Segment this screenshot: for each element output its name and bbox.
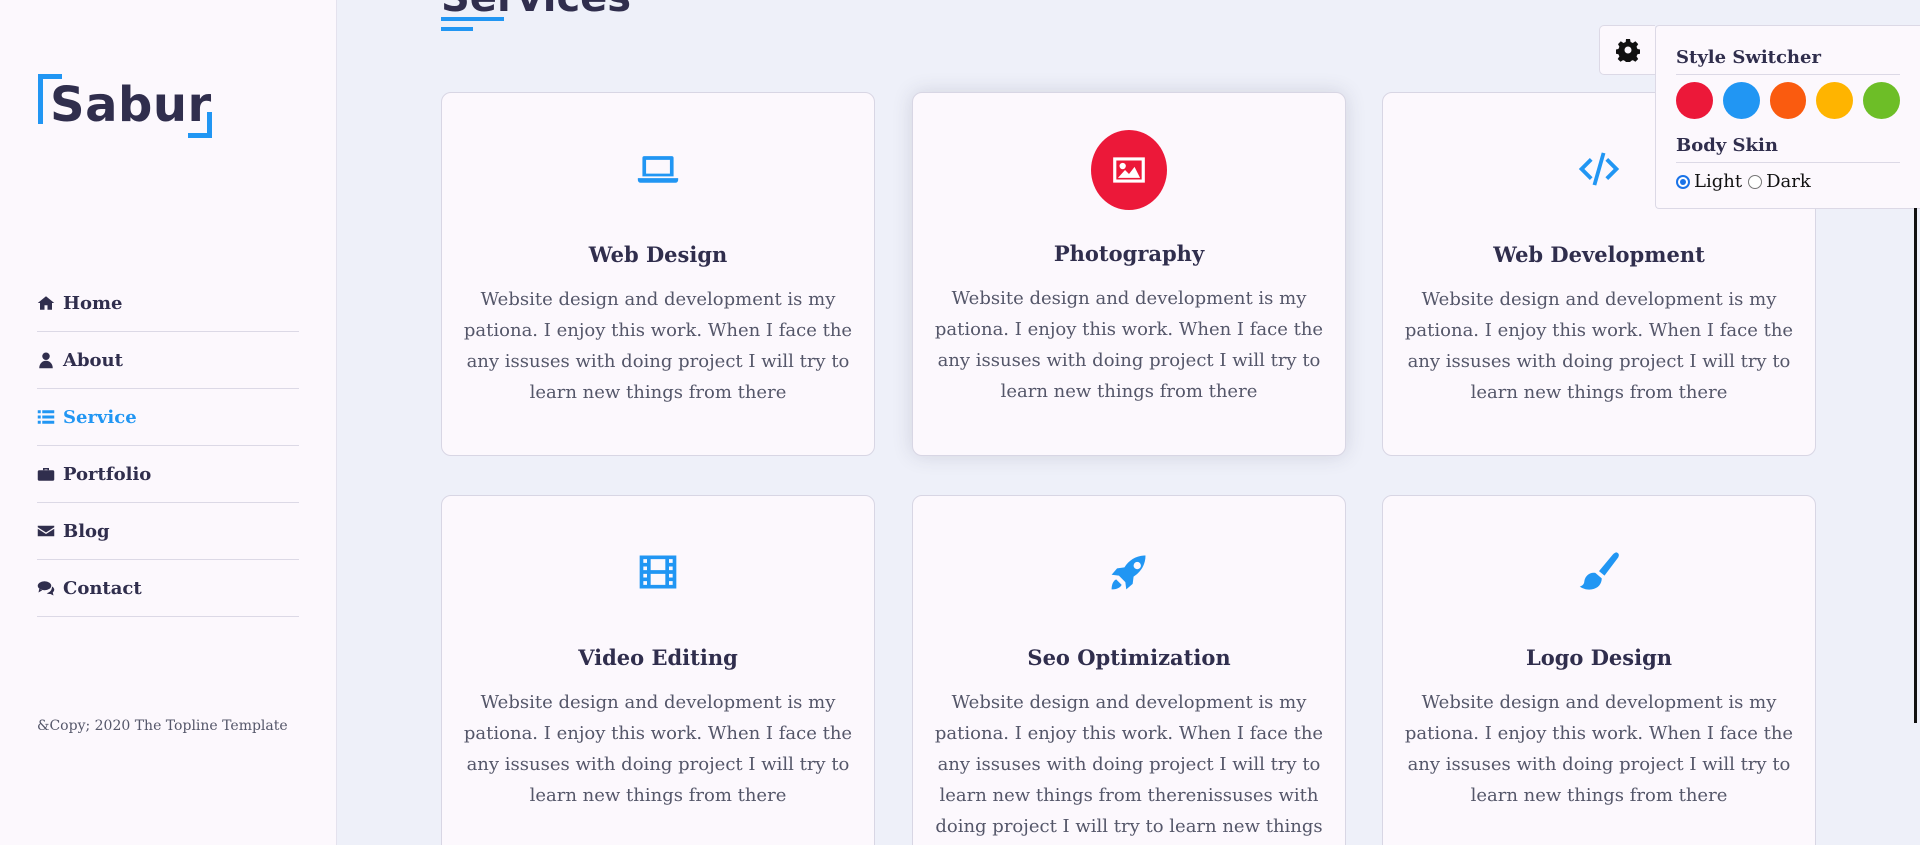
nav-item-contact[interactable]: Contact (37, 560, 299, 617)
list-icon (37, 408, 57, 426)
service-title: Seo Optimization (1027, 645, 1231, 670)
color-swatch-green[interactable] (1863, 82, 1900, 119)
color-swatches (1676, 75, 1900, 119)
color-swatch-orange[interactable] (1769, 82, 1807, 119)
title-underline-short (441, 27, 473, 31)
style-switcher-toggle[interactable] (1599, 25, 1655, 75)
laptop-icon (620, 129, 696, 209)
style-switcher-title: Style Switcher (1676, 26, 1900, 75)
service-card-photography[interactable]: Photography Website design and developme… (912, 92, 1346, 456)
section-title: Services (441, 0, 631, 18)
service-description: Website design and development is my pat… (463, 289, 853, 403)
nav-label-contact: Contact (63, 577, 142, 599)
nav-item-home[interactable]: Home (37, 275, 299, 332)
service-description: Website design and development is my pat… (463, 692, 853, 806)
code-icon (1561, 129, 1637, 209)
nav-label-portfolio: Portfolio (63, 463, 152, 485)
home-icon (37, 294, 57, 312)
nav-label-blog: Blog (63, 520, 110, 542)
scrollbar-thumb[interactable] (1914, 208, 1917, 723)
sidebar: Sabur Home About Service Portfolio Blog … (0, 0, 337, 845)
service-title: Web Design (588, 242, 728, 267)
service-description: Website design and development is my pat… (1404, 289, 1794, 403)
nav-item-portfolio[interactable]: Portfolio (37, 446, 299, 503)
service-card-web-design[interactable]: Web Design Website design and developmen… (441, 92, 875, 456)
skin-label-dark: Dark (1766, 171, 1811, 192)
nav-item-about[interactable]: About (37, 332, 299, 389)
color-swatch-blue[interactable] (1722, 82, 1760, 119)
service-title: Photography (1053, 241, 1205, 266)
rocket-icon (1091, 532, 1167, 612)
title-underline (441, 17, 504, 21)
paint-brush-icon (1561, 532, 1637, 612)
skin-label-light: Light (1694, 171, 1743, 192)
film-icon (620, 532, 696, 612)
color-swatch-yellow[interactable] (1816, 82, 1854, 119)
nav-item-service[interactable]: Service (37, 389, 299, 446)
gear-icon (1615, 39, 1640, 62)
service-card-seo-optimization[interactable]: Seo Optimization Website design and deve… (912, 495, 1346, 845)
service-description: Website design and development is my pat… (934, 692, 1324, 837)
nav-label-about: About (63, 349, 123, 371)
nav-item-blog[interactable]: Blog (37, 503, 299, 560)
nav-label-home: Home (63, 292, 123, 314)
skin-radio-light[interactable] (1676, 174, 1690, 189)
main-nav: Home About Service Portfolio Blog Contac… (37, 275, 299, 617)
style-switcher-panel: Style Switcher Body Skin Light Dark (1655, 25, 1920, 209)
briefcase-icon (37, 465, 57, 483)
user-icon (37, 351, 57, 369)
color-swatch-red[interactable] (1676, 82, 1713, 119)
nav-label-service: Service (63, 406, 137, 428)
body-skin-title: Body Skin (1676, 119, 1900, 163)
service-title: Video Editing (578, 645, 738, 670)
logo-corner-bottom-right (188, 112, 212, 138)
brand-logo[interactable]: Sabur (38, 74, 212, 138)
service-title: Web Development (1493, 242, 1705, 267)
service-description: Website design and development is my pat… (1404, 692, 1794, 806)
service-title: Logo Design (1525, 645, 1673, 670)
envelope-icon (37, 522, 57, 540)
body-skin-options: Light Dark (1676, 163, 1900, 192)
comments-icon (37, 579, 57, 597)
service-card-video-editing[interactable]: Video Editing Website design and develop… (441, 495, 875, 845)
service-description: Website design and development is my pat… (934, 288, 1324, 402)
service-card-logo-design[interactable]: Logo Design Website design and developme… (1382, 495, 1816, 845)
image-icon (1091, 130, 1167, 210)
copyright-text: &Copy; 2020 The Topline Template (37, 718, 288, 734)
skin-radio-dark[interactable] (1748, 174, 1763, 189)
